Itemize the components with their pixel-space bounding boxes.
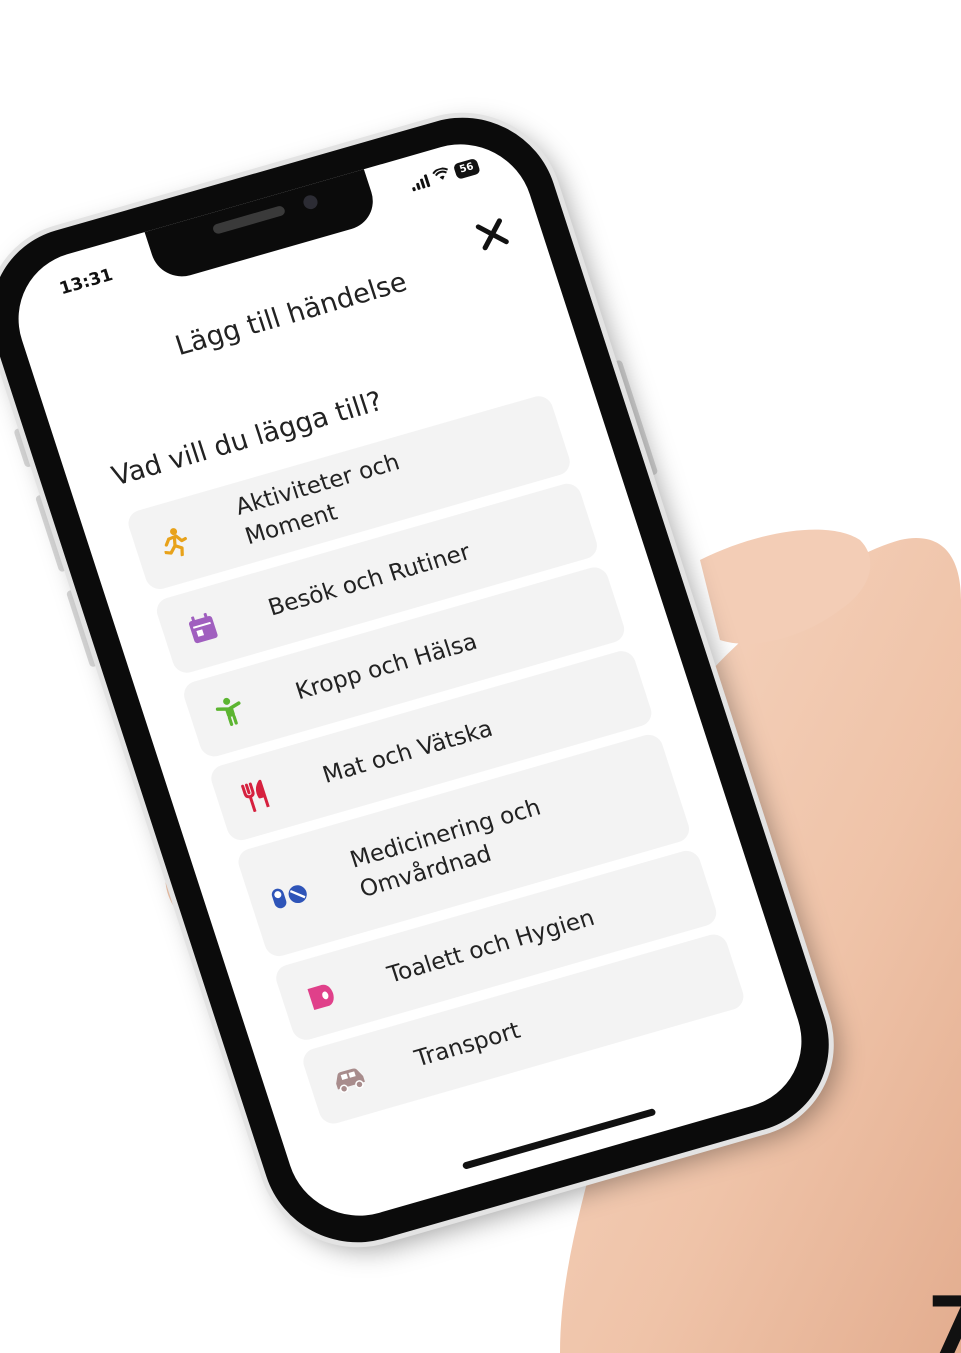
front-camera bbox=[301, 193, 320, 211]
status-indicators: 56 bbox=[409, 157, 481, 193]
sheet-title: Lägg till händelse bbox=[171, 266, 411, 362]
home-indicator[interactable] bbox=[461, 1107, 657, 1170]
corner-mark: 7 bbox=[927, 1280, 961, 1353]
category-label: Mat och Vätska bbox=[319, 715, 496, 789]
pills-icon bbox=[267, 876, 313, 915]
fork-knife-icon bbox=[234, 776, 280, 815]
category-label: Kropp och Hälsa bbox=[292, 628, 481, 705]
car-icon bbox=[326, 1060, 372, 1099]
cellular-signal-icon bbox=[409, 173, 431, 192]
calendar-icon bbox=[180, 609, 226, 648]
toilet-paper-icon bbox=[299, 976, 345, 1015]
scene: 7 13:31 56 Lägg till händelse Vad vill d… bbox=[0, 0, 961, 1353]
category-list: Aktiviteter och Moment Besök och Rutiner… bbox=[124, 392, 748, 1127]
category-label: Medicinering och Omvårdnad bbox=[347, 794, 545, 904]
battery-indicator: 56 bbox=[452, 157, 481, 180]
child-figure-icon bbox=[207, 692, 253, 731]
speaker-grille bbox=[211, 204, 287, 235]
category-label: Transport bbox=[411, 1017, 524, 1072]
running-person-icon bbox=[152, 523, 198, 562]
wifi-icon bbox=[432, 166, 452, 186]
status-time: 13:31 bbox=[57, 265, 116, 300]
